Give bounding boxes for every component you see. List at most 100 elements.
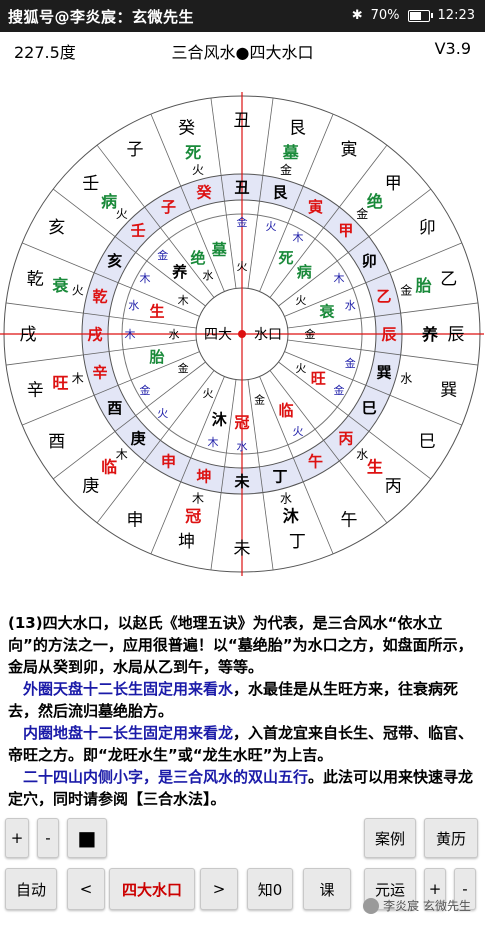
inner-stage-label: 死 [278,249,293,267]
status-bar: 搜狐号@李炎宸：玄微先生 ✱ 70% 12:23 [0,0,485,32]
heaven-ring-label: 卯 [362,252,377,270]
outer-element-label: 金 [400,282,412,297]
heaven-ring-label: 亥 [107,252,122,270]
heaven-ring-label: 子 [161,198,176,216]
description-para-3: 内圈地盘十二长生固定用来看龙，入首龙宜来自长生、冠带、临官、帝旺之方。即“龙旺水… [8,722,478,766]
outer-element-label: 木 [192,492,204,506]
inner-stage-label: 冠 [234,413,249,431]
version-label: V3.9 [434,39,471,58]
outer-element-label: 金 [356,206,368,221]
outer-mountain-label: 丁 [289,532,306,552]
inner-stage-label: 墓 [211,240,228,258]
outer-mountain-label: 未 [234,539,251,559]
status-left-text: 搜狐号@李炎宸：玄微先生 [8,8,195,26]
outer-mountain-label: 癸 [178,118,195,138]
heaven-ring-label: 寅 [308,198,323,216]
outer-mountain-label: 卯 [419,218,436,238]
mode-button[interactable]: 四大水口 [109,868,195,910]
heaven-ring-label: 丑 [234,178,249,196]
inner-element-label: 金 [305,327,316,341]
ring-element-label: 木 [140,272,151,285]
outer-element-label: 火 [116,207,128,221]
heaven-ring-label: 丙 [338,429,353,447]
outer-mountain-label: 戌 [20,325,37,345]
center-left-label: 四大 [204,327,232,343]
ring-element-label: 金 [334,383,345,397]
compass-wheel[interactable]: 子癸丑艮寅甲卯乙辰巽巳丙午丁未坤申庚酉辛戌乾亥壬墓绝胎养生沐冠临旺衰病死金金金水… [0,64,485,614]
inner-element-label: 水 [203,269,214,282]
description-para-2: 外圈天盘十二长生固定用来看水，水最佳是从生旺方来，往衰病死去，然后流归墓绝胎方。 [8,678,478,722]
outer-mountain-label: 酉 [48,432,65,452]
description-highlight-4: 二十四山内侧小字，是三合风水的双山五行 [23,768,309,786]
battery-fill [409,11,422,20]
outer-mountain-label: 辛 [27,381,44,401]
outer-stage-label: 旺 [52,373,68,392]
zoom-out-button[interactable]: - [37,818,59,858]
outer-mountain-label: 午 [341,510,358,530]
outer-stage-label: 墓 [282,143,300,162]
outer-mountain-label: 申 [127,510,144,530]
outer-element-label: 水 [400,371,412,385]
heaven-ring-label: 壬 [131,222,146,240]
inner-stage-label: 胎 [149,348,164,366]
inner-stage-label: 病 [297,263,312,281]
ring-element-label: 木 [208,436,219,449]
inner-stage-label: 衰 [318,303,335,321]
lesson-button[interactable]: 课 [303,868,351,910]
zoom-in-button[interactable]: + [5,818,29,858]
inner-element-label: 火 [237,260,248,273]
ring-element-label: 木 [334,272,345,285]
page-title: 三合风水●四大水口 [171,43,314,62]
outer-mountain-label: 巽 [440,381,457,401]
heaven-ring-label: 乙 [376,287,391,305]
outer-element-label: 水 [280,492,292,506]
heaven-ring-label: 未 [233,472,250,490]
inner-element-label: 火 [295,294,306,307]
inner-stage-label: 临 [278,402,293,420]
heaven-ring-label: 癸 [195,183,212,201]
app-header: 227.5度 三合风水●四大水口 V3.9 [0,34,485,64]
zhi0-button[interactable]: 知0 [247,868,293,910]
description-highlight-2: 外圈天盘十二长生固定用来看水 [23,680,234,698]
ring-element-label: 火 [157,407,168,420]
ring-element-label: 木 [125,328,136,341]
outer-element-label: 金 [280,162,292,177]
auto-button[interactable]: 自动 [5,868,57,910]
outer-mountain-label: 寅 [341,140,358,160]
inner-stage-label: 旺 [311,369,326,387]
status-right: ✱ 70% 12:23 [352,8,475,23]
ring-element-label: 水 [345,299,356,312]
inner-stage-label: 绝 [190,249,205,267]
heaven-ring-label: 艮 [272,183,288,201]
heaven-ring-label: 坤 [196,467,211,485]
cases-button[interactable]: 案例 [364,818,416,858]
outer-mountain-label: 庚 [82,476,99,496]
prev-button[interactable]: < [67,868,105,910]
ring-element-label: 金 [345,356,356,370]
heaven-ring-label: 甲 [338,222,353,240]
outer-mountain-label: 丙 [385,476,402,496]
outer-mountain-label: 亥 [48,218,65,238]
next-button[interactable]: > [200,868,238,910]
heaven-ring-label: 戌 [87,325,102,343]
almanac-button[interactable]: 黄历 [424,818,478,858]
description: (13)四大水口，以赵氏《地理五诀》为代表，是三合风水“依水立向”的方法之一，应… [8,612,478,810]
outer-mountain-label: 辰 [448,325,465,345]
inner-element-label: 火 [203,387,214,400]
stop-button[interactable]: ■ [67,818,107,858]
description-para-1: (13)四大水口，以赵氏《地理五诀》为代表，是三合风水“依水立向”的方法之一，应… [8,614,473,676]
inner-element-label: 火 [295,362,306,375]
description-para-4: 二十四山内侧小字，是三合风水的双山五行。此法可以用来快速寻龙定穴，同时请参阅【三… [8,766,478,810]
inner-element-label: 金 [254,393,265,407]
ring-element-label: 火 [266,220,277,233]
outer-mountain-label: 艮 [289,118,306,138]
heaven-ring-label: 庚 [131,429,146,447]
ring-element-label: 木 [293,231,304,244]
heaven-ring-label: 申 [161,453,176,471]
inner-element-label: 木 [178,294,189,307]
heaven-ring-label: 午 [308,453,323,471]
outer-element-label: 木 [72,371,84,385]
battery-percent: 70% [370,8,400,23]
outer-mountain-label: 乙 [440,270,457,290]
ring-element-label: 金 [237,215,248,229]
